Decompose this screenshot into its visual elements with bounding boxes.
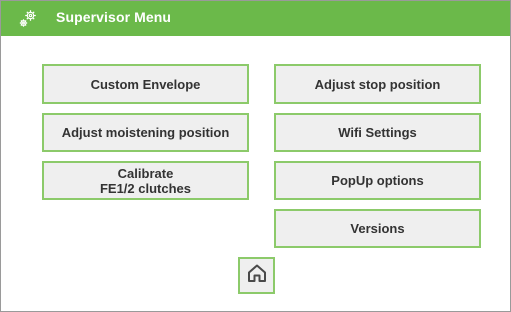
home-icon — [246, 262, 268, 289]
versions-button[interactable]: Versions — [274, 209, 481, 248]
popup-options-button[interactable]: PopUp options — [274, 161, 481, 200]
gears-icon — [16, 7, 40, 31]
header-bar: Supervisor Menu — [1, 1, 510, 36]
page-title: Supervisor Menu — [56, 9, 172, 25]
adjust-stop-position-button[interactable]: Adjust stop position — [274, 64, 481, 104]
adjust-moistening-position-button[interactable]: Adjust moistening position — [42, 113, 249, 152]
calibrate-clutches-button[interactable]: Calibrate FE1/2 clutches — [42, 161, 249, 200]
wifi-settings-button[interactable]: Wifi Settings — [274, 113, 481, 152]
home-button[interactable] — [238, 257, 275, 294]
supervisor-menu-screen: Supervisor Menu Custom Envelope Adjust s… — [0, 0, 511, 312]
custom-envelope-button[interactable]: Custom Envelope — [42, 64, 249, 104]
